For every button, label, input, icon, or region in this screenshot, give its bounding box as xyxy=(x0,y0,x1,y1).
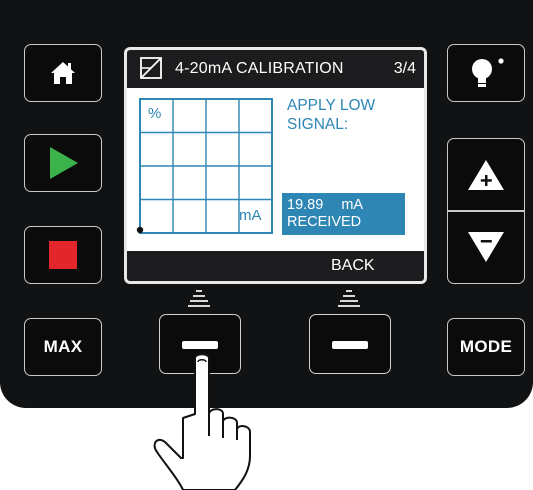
softkey-right-bar xyxy=(332,341,368,349)
calibration-slope-icon xyxy=(140,57,162,79)
play-icon xyxy=(50,147,78,179)
max-button[interactable]: MAX xyxy=(24,318,102,376)
received-value: 19.89 xyxy=(287,197,324,213)
softkey-left-bar xyxy=(182,341,218,349)
instruction-line-2: SIGNAL: xyxy=(287,116,349,133)
adjust-buttons xyxy=(447,138,525,284)
graph-y-label: % xyxy=(148,105,162,122)
pointing-hand-icon xyxy=(153,353,251,490)
lightbulb-icon xyxy=(472,58,504,87)
down-arrow-minus-icon xyxy=(467,232,504,262)
decrease-button[interactable] xyxy=(448,212,523,282)
stop-button[interactable] xyxy=(24,226,102,284)
page-indicator: 3/4 xyxy=(393,60,416,77)
backlight-button[interactable] xyxy=(447,44,525,102)
back-softkey-label: BACK xyxy=(331,257,375,274)
softkey-left-indicator-icon xyxy=(188,290,210,310)
screen-title-bar: 4-20mA CALIBRATION 3/4 xyxy=(127,50,424,88)
up-arrow-plus-icon xyxy=(467,159,504,190)
instruction-line-1: APPLY LOW xyxy=(287,97,376,114)
start-button[interactable] xyxy=(24,134,102,192)
lcd-screen: 4-20mA CALIBRATION 3/4 % mA APPLY LOW SI… xyxy=(124,47,427,284)
received-label: RECEIVED xyxy=(287,214,362,230)
softkey-right-button[interactable] xyxy=(309,314,391,374)
controller-panel: MAX MODE 4-20mA CALIBRATION 3/4 % mA APP… xyxy=(0,0,533,408)
screen-title: 4-20mA CALIBRATION xyxy=(175,60,344,77)
mode-button[interactable]: MODE xyxy=(447,318,525,376)
screen-footer: BACK xyxy=(127,251,424,281)
received-signal-box: 19.89 mA RECEIVED xyxy=(282,193,405,235)
graph-x-label: mA xyxy=(239,207,262,224)
instruction-text: APPLY LOW SIGNAL: xyxy=(287,96,417,134)
increase-button[interactable] xyxy=(448,139,523,210)
received-unit: mA xyxy=(341,197,364,213)
stop-icon xyxy=(49,241,77,269)
home-button[interactable] xyxy=(24,44,102,102)
mode-button-label: MODE xyxy=(459,337,513,356)
graph-origin-point xyxy=(136,226,144,234)
max-button-label: MAX xyxy=(43,337,83,356)
softkey-right-indicator-icon xyxy=(338,290,360,310)
home-icon xyxy=(51,62,75,84)
